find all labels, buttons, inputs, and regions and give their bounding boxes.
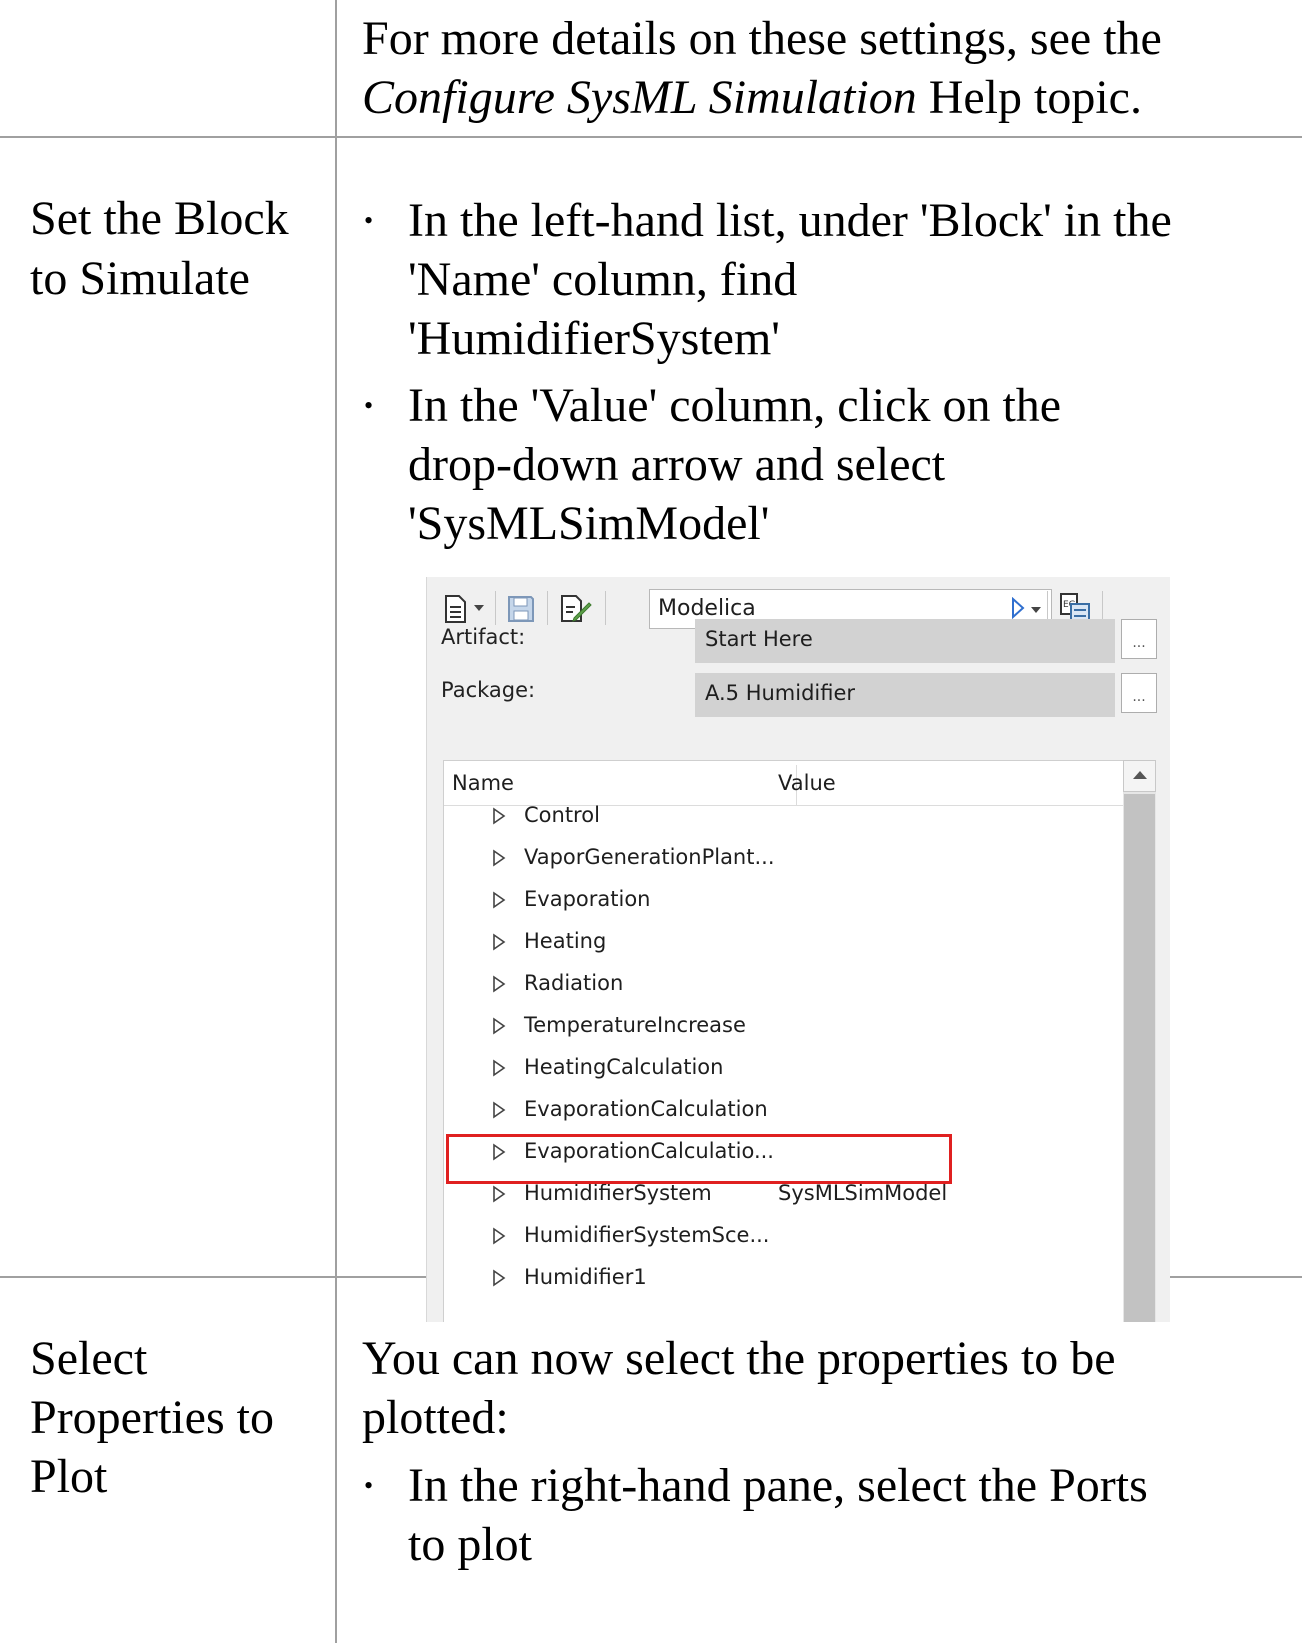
bullet-text: 'Name' column, find — [408, 253, 798, 306]
tree-row[interactable]: Humidifier1 — [444, 1256, 1124, 1298]
toolbar-separator — [495, 591, 496, 625]
toolbar-separator — [605, 591, 606, 625]
step-label-line2: Properties to — [30, 1391, 274, 1444]
expand-triangle-icon[interactable] — [492, 933, 506, 951]
scroll-up-button[interactable] — [1123, 760, 1156, 792]
bullet-text: drop-down arrow and select — [408, 438, 946, 491]
settings-note-line2: Configure SysML Simulation Help topic. — [362, 67, 1142, 128]
help-topic-reference[interactable]: Configure SysML Simulation — [362, 71, 917, 124]
expand-triangle-icon[interactable] — [492, 1017, 506, 1035]
package-field[interactable]: A.5 Humidifier — [695, 673, 1115, 717]
step-label-line1: Set the Block — [30, 192, 289, 245]
help-topic-suffix: Help topic. — [916, 71, 1142, 124]
tree-row[interactable]: Radiation — [444, 962, 1124, 1004]
expand-triangle-icon[interactable] — [492, 849, 506, 867]
tree-row[interactable]: TemperatureIncrease — [444, 1004, 1124, 1046]
expand-triangle-icon[interactable] — [492, 975, 506, 993]
tree-row[interactable]: VaporGenerationPlant... — [444, 836, 1124, 878]
step-label-line1: Select — [30, 1332, 148, 1385]
toolbar-separator — [547, 591, 548, 625]
bullet-text: 'HumidifierSystem' — [408, 312, 780, 365]
tree-row[interactable]: EvaporationCalculation — [444, 1088, 1124, 1130]
edit-document-icon[interactable] — [560, 594, 592, 624]
tree-row-name: EvaporationCalculation — [524, 1097, 768, 1121]
tree-row-name: HeatingCalculation — [524, 1055, 724, 1079]
bullet-text: In the left-hand list, under 'Block' in … — [408, 194, 1172, 247]
run-icon[interactable] — [1011, 597, 1025, 619]
expand-triangle-icon[interactable] — [492, 807, 506, 825]
bullet-text: 'SysMLSimModel' — [408, 497, 770, 550]
vertical-scrollbar[interactable] — [1123, 760, 1156, 1322]
expand-triangle-icon[interactable] — [492, 1059, 506, 1077]
new-document-icon[interactable] — [443, 595, 469, 623]
tree-row-name: TemperatureIncrease — [524, 1013, 746, 1037]
tree-row-name: Evaporation — [524, 887, 651, 911]
expand-triangle-icon[interactable] — [492, 1269, 506, 1287]
chevron-down-icon[interactable] — [474, 605, 484, 613]
bullet-marker: • — [364, 1471, 374, 1500]
bullet-marker: • — [364, 391, 374, 420]
tree-row-name: VaporGenerationPlant... — [524, 845, 775, 869]
tree-row-name: Radiation — [524, 971, 624, 995]
bullet-text: In the 'Value' column, click on the — [408, 379, 1062, 432]
expand-triangle-icon[interactable] — [492, 891, 506, 909]
expand-triangle-icon[interactable] — [492, 1227, 506, 1245]
tree-row[interactable]: Control — [444, 794, 1124, 836]
simulation-config-screenshot: Modelica EG Artifact: Start Here ... Pac… — [426, 577, 1170, 1322]
package-browse-button[interactable]: ... — [1121, 673, 1157, 713]
tree-row-name: Control — [524, 803, 600, 827]
artifact-browse-button[interactable]: ... — [1121, 619, 1157, 659]
artifact-field[interactable]: Start Here — [695, 619, 1115, 663]
highlight-box — [446, 1134, 952, 1184]
expand-triangle-icon[interactable] — [492, 1101, 506, 1119]
chevron-down-icon[interactable] — [1031, 607, 1041, 613]
language-combo-value: Modelica — [658, 596, 756, 621]
tree-row[interactable]: HeatingCalculation — [444, 1046, 1124, 1088]
tree-row[interactable]: Heating — [444, 920, 1124, 962]
step-label-line3: Plot — [30, 1450, 108, 1503]
tree-row[interactable]: Evaporation — [444, 878, 1124, 920]
expand-triangle-icon[interactable] — [492, 1185, 506, 1203]
column-divider — [335, 0, 337, 1643]
bullet-text: In the right-hand pane, select the Ports — [408, 1459, 1148, 1512]
tree-row-name: HumidifierSystemSce... — [524, 1223, 770, 1247]
intro-text: You can now select the properties to be — [362, 1332, 1116, 1385]
tree-row-name: Heating — [524, 929, 607, 953]
artifact-label: Artifact: — [441, 625, 526, 649]
scrollbar-thumb[interactable] — [1124, 794, 1155, 1322]
bullet-text: to plot — [408, 1518, 533, 1571]
package-label: Package: — [441, 678, 536, 702]
tree-row[interactable]: HumidifierSystemSce... — [444, 1214, 1124, 1256]
save-icon[interactable] — [507, 595, 535, 623]
settings-note-line1: For more details on these settings, see … — [362, 12, 1162, 65]
property-grid[interactable]: Name Value Control VaporGenerationPlant..… — [443, 760, 1124, 1322]
row-divider — [0, 136, 1302, 138]
intro-text: plotted: — [362, 1391, 509, 1444]
bullet-marker: • — [364, 206, 374, 235]
tree-row-name: Humidifier1 — [524, 1265, 647, 1289]
step-label-line2: to Simulate — [30, 252, 250, 305]
